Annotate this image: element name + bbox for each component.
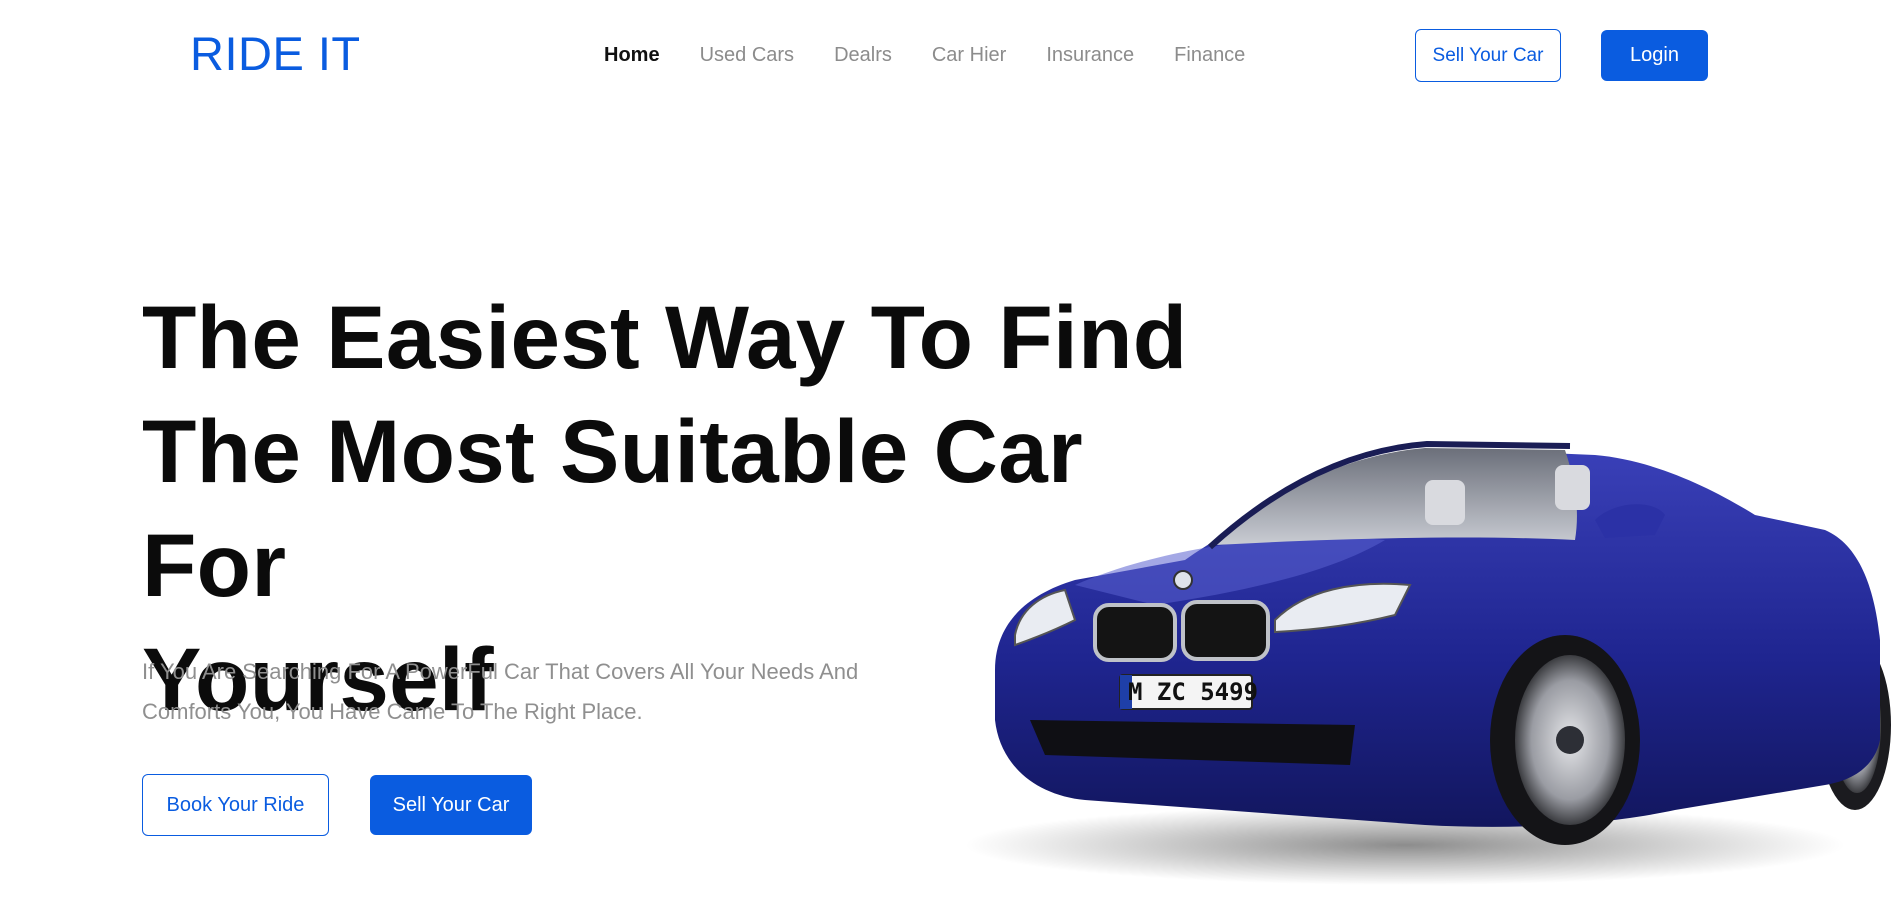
grille-left xyxy=(1093,603,1177,662)
header-sell-car-button[interactable]: Sell Your Car xyxy=(1415,29,1561,82)
hero-subtitle-line-2: Comforts You, You Have Came To The Right… xyxy=(142,699,643,724)
seat-right xyxy=(1555,465,1590,510)
book-ride-button[interactable]: Book Your Ride xyxy=(142,774,329,836)
brand-logo[interactable]: RIDE IT xyxy=(190,24,361,84)
main-nav: Home Used Cars Dealrs Car Hier Insurance… xyxy=(604,40,1285,70)
hero-title-line-1: The Easiest Way To Find xyxy=(142,287,1188,387)
convertible-car-image: M ZC 5499 xyxy=(965,440,1891,885)
nav-item-finance[interactable]: Finance xyxy=(1174,40,1245,70)
seat-left xyxy=(1425,480,1465,525)
license-plate-text: M ZC 5499 xyxy=(1128,678,1258,706)
nav-item-used-cars[interactable]: Used Cars xyxy=(700,40,794,70)
hero-title-line-2: The Most Suitable Car For xyxy=(142,401,1083,615)
hero-subtitle: If You Are Searching For A PowerFul Car … xyxy=(142,652,902,732)
nav-item-insurance[interactable]: Insurance xyxy=(1046,40,1134,70)
login-button[interactable]: Login xyxy=(1601,30,1708,81)
nav-item-car-hire[interactable]: Car Hier xyxy=(932,40,1006,70)
brand-emblem xyxy=(1173,570,1193,590)
grille-right xyxy=(1181,600,1270,661)
landing-page: RIDE IT Home Used Cars Dealrs Car Hier I… xyxy=(0,0,1897,899)
hero-subtitle-line-1: If You Are Searching For A PowerFul Car … xyxy=(142,659,859,684)
windshield xyxy=(1215,448,1577,545)
nav-item-home[interactable]: Home xyxy=(604,40,660,70)
front-hub xyxy=(1556,726,1584,754)
nav-item-dealers[interactable]: Dealrs xyxy=(834,40,892,70)
hero-sell-car-button[interactable]: Sell Your Car xyxy=(370,775,532,835)
